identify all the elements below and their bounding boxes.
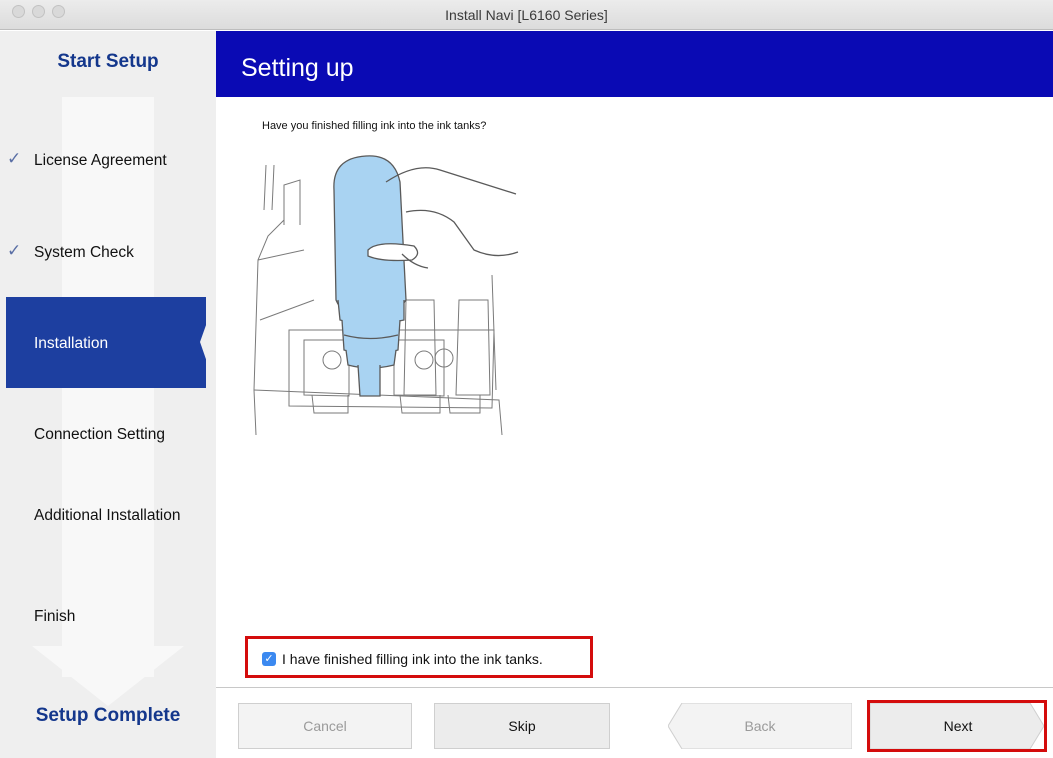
back-button[interactable]: Back	[668, 703, 852, 749]
step-system-check: System Check	[34, 244, 134, 261]
page-header: Setting up	[216, 31, 1053, 97]
installer-window: Install Navi [L6160 Series] Start Setup …	[0, 0, 1053, 758]
next-highlight-frame	[867, 700, 1047, 752]
page-title: Setting up	[241, 54, 354, 82]
back-button-label: Back	[744, 718, 776, 734]
step-additional-installation: Additional Installation	[34, 507, 181, 524]
confirm-filled-checkbox[interactable]: ✓	[262, 652, 276, 666]
license-check-icon: ✓	[7, 149, 22, 168]
step-license-agreement: License Agreement	[34, 152, 167, 169]
start-setup-label: Start Setup	[57, 51, 159, 72]
setup-progress-sidebar: Start Setup ✓ License Agreement ✓ System…	[0, 31, 216, 758]
ink-filling-illustration	[253, 155, 519, 436]
step-connection-setting: Connection Setting	[34, 426, 165, 443]
progress-arrow-head	[32, 646, 184, 706]
skip-button[interactable]: Skip	[434, 703, 610, 749]
system-check-icon: ✓	[7, 241, 22, 260]
step-finish: Finish	[34, 608, 76, 625]
title-bar: Install Navi [L6160 Series]	[0, 0, 1053, 30]
active-step-notch	[200, 297, 216, 388]
confirm-filled-row[interactable]: ✓ I have finished filling ink into the i…	[262, 651, 543, 667]
setup-complete-label: Setup Complete	[35, 705, 181, 726]
confirm-filled-label[interactable]: I have finished filling ink into the ink…	[282, 651, 543, 667]
window-title: Install Navi [L6160 Series]	[445, 7, 608, 23]
footer-divider	[216, 687, 1053, 688]
ink-question-text: Have you finished filling ink into the i…	[262, 120, 487, 132]
step-installation: Installation	[34, 335, 109, 352]
cancel-button[interactable]: Cancel	[238, 703, 412, 749]
